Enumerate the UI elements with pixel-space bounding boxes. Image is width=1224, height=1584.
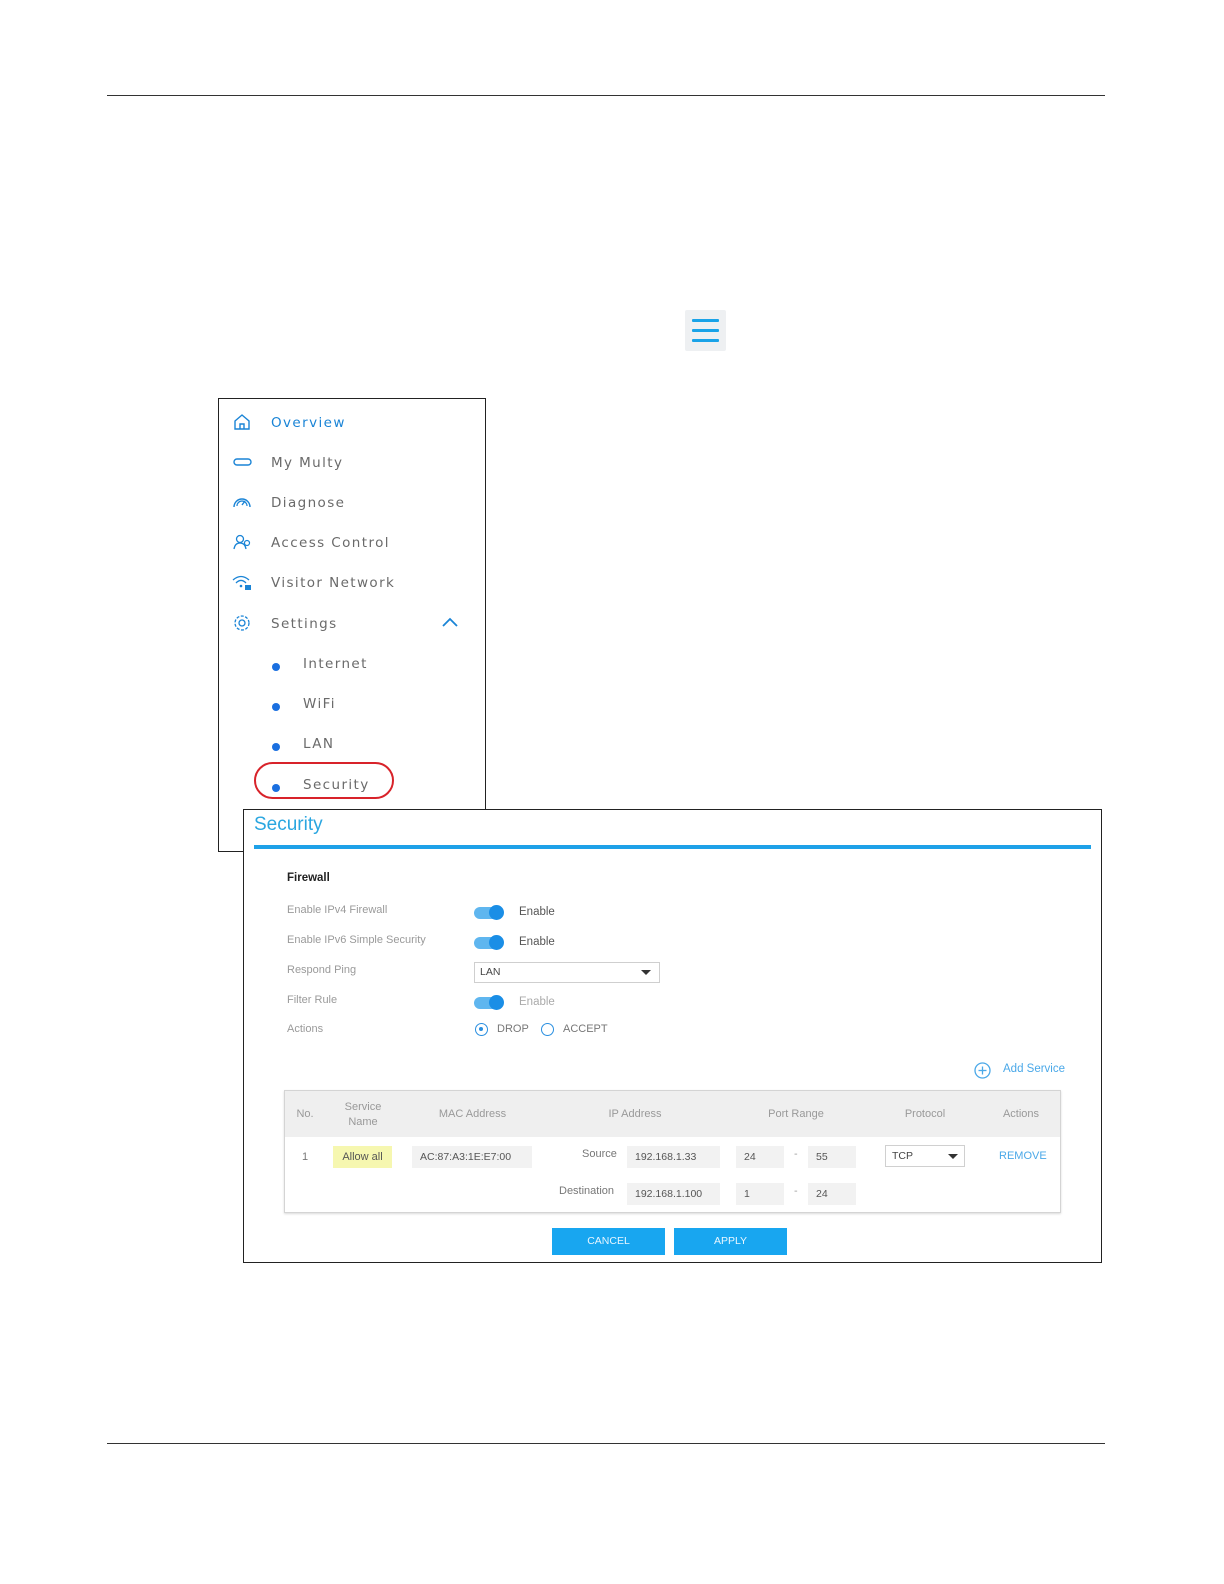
menu-item-label: Overview — [271, 415, 346, 431]
users-icon — [233, 534, 251, 550]
filter-rule-toggle-label: Enable — [519, 996, 555, 1008]
sub-item-wifi[interactable]: WiFi — [219, 685, 485, 721]
footer-rule — [107, 1443, 1105, 1444]
header-mac: MAC Address — [438, 1108, 507, 1120]
security-panel: Security Firewall Enable IPv4 Firewall E… — [243, 809, 1102, 1263]
cancel-button[interactable]: CANCEL — [552, 1228, 665, 1255]
navigation-menu: Overview My Multy Diagnose Access Contro… — [218, 398, 486, 852]
protocol-value: TCP — [892, 1150, 913, 1162]
dropdown-caret-icon — [948, 1154, 958, 1159]
sub-item-label: Security — [303, 777, 370, 793]
menu-item-label: Visitor Network — [271, 575, 396, 591]
add-service-button[interactable]: Add Service — [974, 1061, 1074, 1081]
ipv6-security-toggle[interactable] — [474, 935, 504, 950]
plus-circle-icon — [974, 1062, 991, 1079]
destination-port-to-input[interactable]: 24 — [808, 1183, 856, 1205]
range-dash: - — [794, 1186, 798, 1197]
sub-item-label: WiFi — [303, 696, 336, 712]
menu-item-settings[interactable]: Settings — [219, 604, 485, 640]
source-port-from-input[interactable]: 24 — [736, 1146, 784, 1168]
ipv4-firewall-toggle-label: Enable — [519, 906, 555, 918]
section-title: Firewall — [287, 872, 330, 884]
ipv6-security-label: Enable IPv6 Simple Security — [287, 934, 426, 946]
bullet-icon — [272, 663, 280, 671]
menu-item-overview[interactable]: Overview — [219, 403, 485, 439]
mac-address-cell: AC:87:A3:1E:E7:00 — [412, 1146, 532, 1168]
action-accept-label: ACCEPT — [563, 1023, 608, 1035]
actions-label: Actions — [287, 1023, 324, 1035]
range-dash: - — [794, 1149, 798, 1160]
source-port-to-input[interactable]: 55 — [808, 1146, 856, 1168]
device-icon — [233, 458, 252, 466]
filter-rule-toggle[interactable] — [474, 995, 504, 1010]
menu-item-visitor-network[interactable]: Visitor Network — [219, 563, 485, 599]
header-rule — [107, 95, 1105, 96]
service-name-cell: Allow all — [333, 1146, 392, 1168]
menu-item-label: Access Control — [271, 535, 390, 551]
speedometer-icon — [233, 498, 251, 508]
menu-item-access-control[interactable]: Access Control — [219, 523, 485, 559]
destination-label: Destination — [559, 1185, 615, 1197]
bullet-icon — [272, 743, 280, 751]
respond-ping-value: LAN — [480, 966, 501, 978]
gear-icon — [234, 615, 250, 631]
sub-item-lan[interactable]: LAN — [219, 725, 485, 761]
header-ip: IP Address — [608, 1108, 662, 1120]
header-actions: Actions — [1002, 1108, 1040, 1120]
action-drop-label: DROP — [497, 1023, 529, 1035]
sub-item-label: LAN — [303, 736, 335, 752]
header-port-range: Port Range — [768, 1108, 824, 1120]
respond-ping-select[interactable]: LAN — [474, 962, 660, 983]
respond-ping-label: Respond Ping — [287, 964, 357, 976]
ipv4-firewall-toggle[interactable] — [474, 905, 504, 920]
hamburger-menu-icon[interactable] — [685, 310, 726, 351]
service-table: No. Service Name MAC Address IP Address … — [284, 1090, 1061, 1213]
title-underline — [254, 845, 1091, 849]
action-accept-radio[interactable] — [541, 1023, 554, 1036]
wifi-lock-icon — [232, 575, 251, 590]
page-title: Security — [254, 814, 323, 835]
chevron-up-icon[interactable] — [441, 616, 459, 628]
row-no: 1 — [302, 1151, 309, 1163]
filter-rule-label: Filter Rule — [287, 994, 338, 1006]
protocol-select[interactable]: TCP — [885, 1145, 965, 1167]
action-drop-radio[interactable] — [475, 1023, 488, 1036]
home-icon — [234, 414, 250, 430]
sub-item-internet[interactable]: Internet — [219, 645, 485, 681]
remove-link[interactable]: REMOVE — [999, 1150, 1047, 1162]
source-ip-input[interactable]: 192.168.1.33 — [627, 1146, 720, 1168]
bullet-icon — [272, 703, 280, 711]
header-protocol: Protocol — [904, 1108, 946, 1120]
header-service-line1: Service — [344, 1101, 382, 1113]
header-service-line2: Name — [348, 1116, 378, 1128]
sub-item-security[interactable]: Security — [219, 766, 485, 802]
add-service-label: Add Service — [1003, 1063, 1066, 1075]
ipv4-firewall-label: Enable IPv4 Firewall — [287, 904, 388, 916]
menu-item-diagnose[interactable]: Diagnose — [219, 483, 485, 519]
destination-port-from-input[interactable]: 1 — [736, 1183, 784, 1205]
table-header: No. Service Name MAC Address IP Address … — [285, 1091, 1060, 1137]
bullet-icon — [272, 784, 280, 792]
menu-item-label: Settings — [271, 616, 338, 632]
menu-item-label: Diagnose — [271, 495, 346, 511]
sub-item-label: Internet — [303, 656, 368, 672]
ipv6-security-toggle-label: Enable — [519, 936, 555, 948]
header-no: No. — [296, 1108, 314, 1120]
source-label: Source — [582, 1148, 617, 1160]
dropdown-caret-icon — [641, 970, 651, 975]
apply-button[interactable]: APPLY — [674, 1228, 787, 1255]
menu-item-label: My Multy — [271, 455, 344, 471]
menu-item-my-multy[interactable]: My Multy — [219, 443, 485, 479]
destination-ip-input[interactable]: 192.168.1.100 — [627, 1183, 720, 1205]
